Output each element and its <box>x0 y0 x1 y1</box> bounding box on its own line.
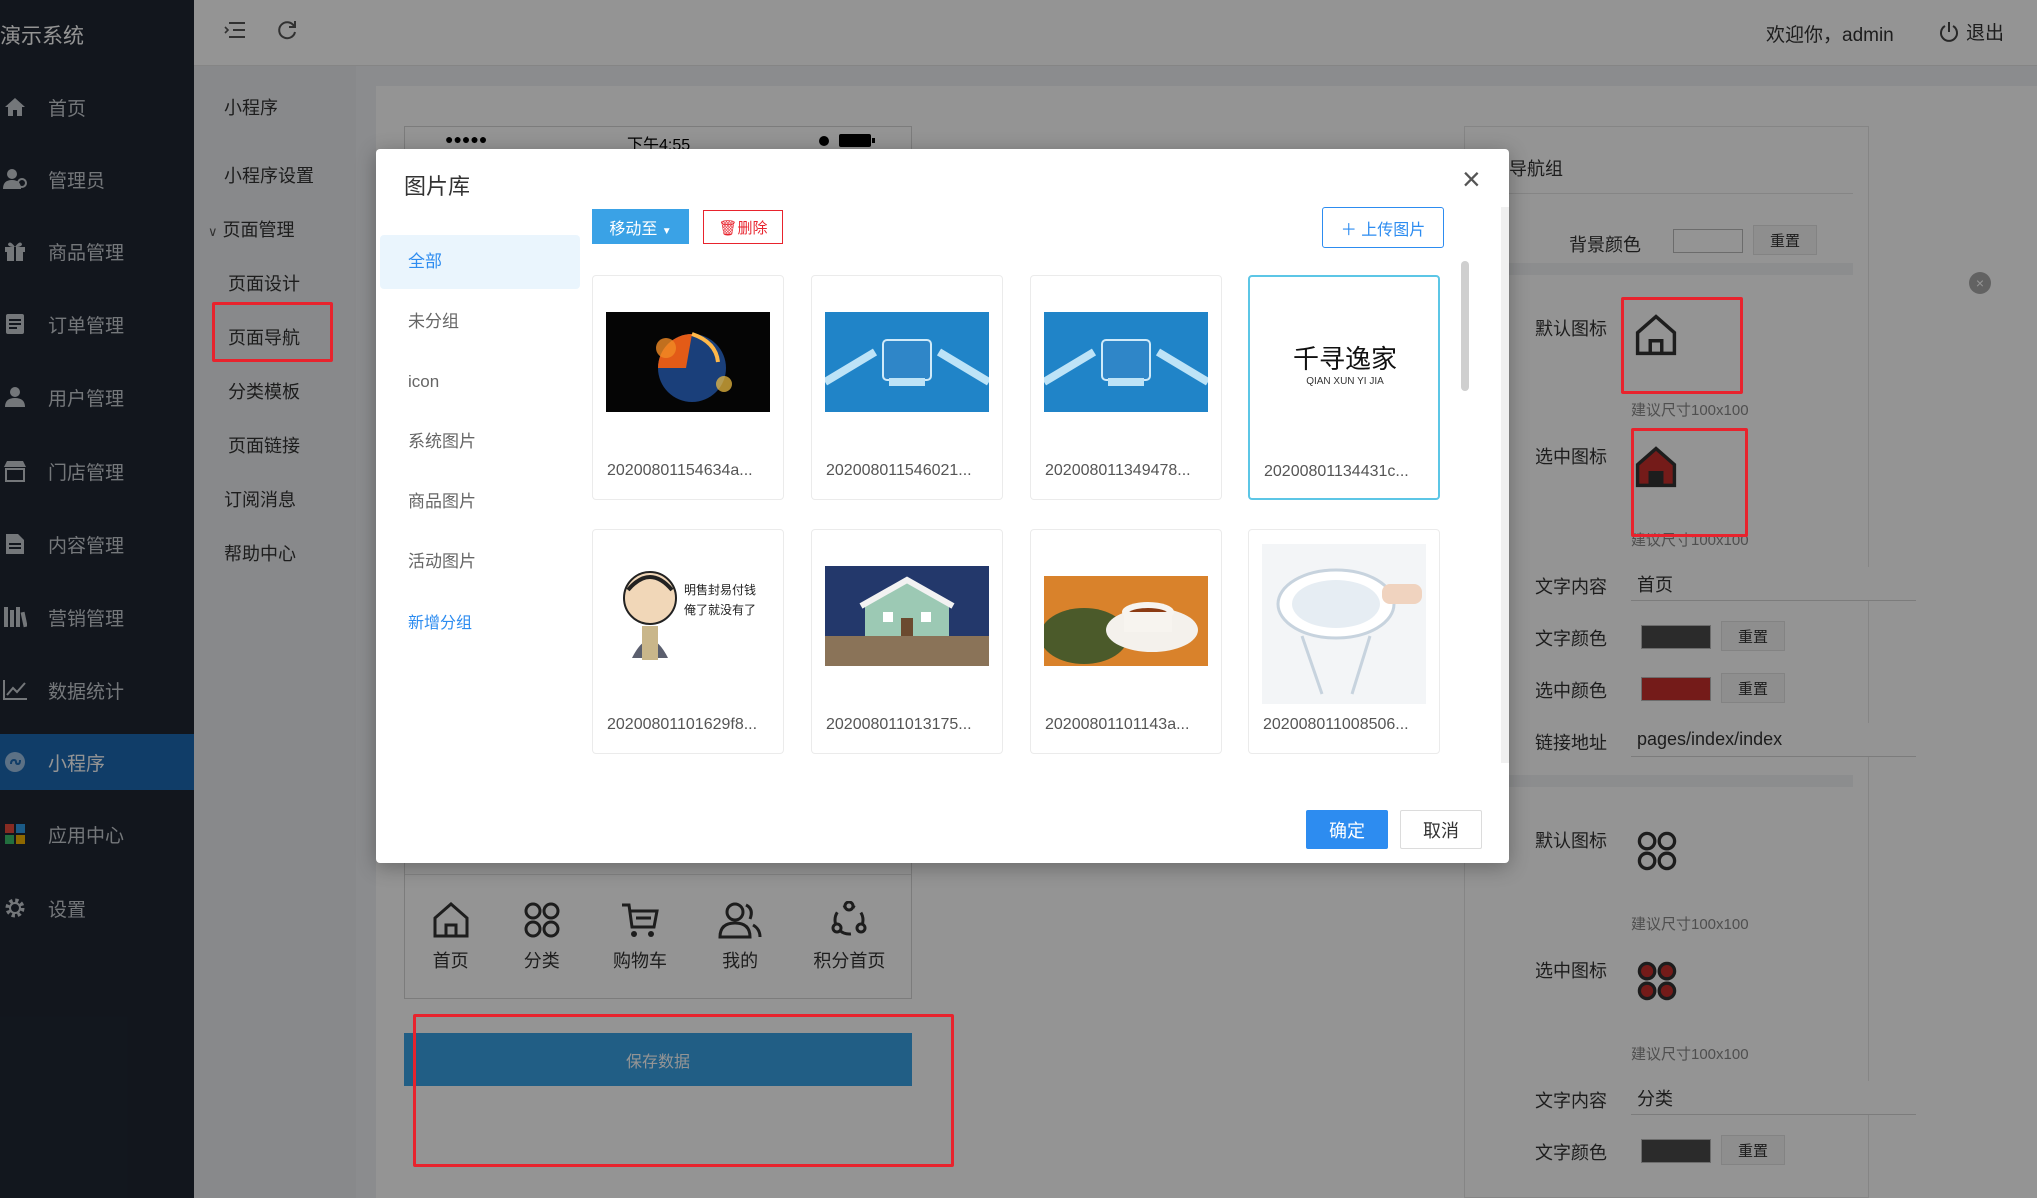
image-filename: 20200801134431c... <box>1264 463 1409 480</box>
grid-scrollbar-thumb[interactable] <box>1461 261 1469 391</box>
confirm-button[interactable]: 确定 <box>1306 810 1388 849</box>
image-filename: 202008011349478... <box>1045 462 1191 479</box>
image-card[interactable]: 20200801101143a... <box>1030 529 1222 754</box>
upload-label: 上传图片 <box>1361 221 1426 239</box>
image-thumbnail: 明售封易付钱 俺了就没有了 <box>606 558 770 672</box>
group-item-goods-images[interactable]: 商品图片 <box>376 475 580 529</box>
image-card[interactable]: 202008011008506... <box>1248 529 1440 754</box>
delete-label: 删除 <box>737 219 768 237</box>
image-thumbnail <box>606 312 770 412</box>
image-filename: 20200801154634a... <box>607 462 753 479</box>
image-filename: 20200801101629f8... <box>607 716 758 733</box>
plus-icon: ＋ <box>1340 221 1357 239</box>
image-card-selected[interactable]: 千寻逸家 QIAN XUN YI JIA 20200801134431c... <box>1248 275 1440 500</box>
image-thumbnail <box>1262 544 1426 704</box>
image-card[interactable]: 202008011546021... <box>811 275 1003 500</box>
group-item-system-images[interactable]: 系统图片 <box>376 415 580 469</box>
modal-title: 图片库 <box>404 174 471 199</box>
trash-icon: 🗑 <box>718 219 738 237</box>
group-item-activity-images[interactable]: 活动图片 <box>376 535 580 589</box>
move-to-button[interactable]: 移动至 ▼ <box>592 209 689 244</box>
meme-caption: 明售封易付钱 俺了就没有了 <box>684 583 757 617</box>
add-group-link[interactable]: 新增分组 <box>376 597 580 651</box>
close-icon[interactable]: × <box>1462 163 1481 195</box>
image-filename: 202008011008506... <box>1263 716 1409 733</box>
image-thumbnail <box>825 312 989 412</box>
image-library-modal: 图片库 × 全部 未分组 icon 系统图片 商品图片 活动图片 新增分组 移动… <box>376 149 1509 863</box>
image-thumbnail <box>1044 312 1208 412</box>
group-item-all[interactable]: 全部 <box>380 235 580 289</box>
image-filename: 20200801101143a... <box>1045 716 1190 733</box>
cancel-button[interactable]: 取消 <box>1400 810 1482 849</box>
image-card[interactable]: 202008011013175... <box>811 529 1003 754</box>
group-item-icon[interactable]: icon <box>376 355 580 409</box>
image-card[interactable]: 202008011349478... <box>1030 275 1222 500</box>
caret-down-icon: ▼ <box>661 225 672 237</box>
delete-button[interactable]: 🗑删除 <box>703 210 783 244</box>
move-to-label: 移动至 <box>609 220 658 238</box>
logo-subtext: QIAN XUN YI JIA <box>1306 376 1384 387</box>
image-thumbnail <box>1044 576 1208 666</box>
modal-scrollbar[interactable] <box>1501 207 1509 763</box>
group-item-ungrouped[interactable]: 未分组 <box>376 295 580 349</box>
image-thumbnail: 千寻逸家 QIAN XUN YI JIA <box>1263 313 1427 413</box>
logo-text: 千寻逸家 <box>1292 345 1397 375</box>
image-filename: 202008011013175... <box>826 716 972 733</box>
upload-image-button[interactable]: ＋ 上传图片 <box>1322 207 1444 248</box>
image-thumbnail <box>825 566 989 666</box>
image-filename: 202008011546021... <box>826 462 972 479</box>
image-card[interactable]: 20200801154634a... <box>592 275 784 500</box>
image-card[interactable]: 明售封易付钱 俺了就没有了 20200801101629f8... <box>592 529 784 754</box>
